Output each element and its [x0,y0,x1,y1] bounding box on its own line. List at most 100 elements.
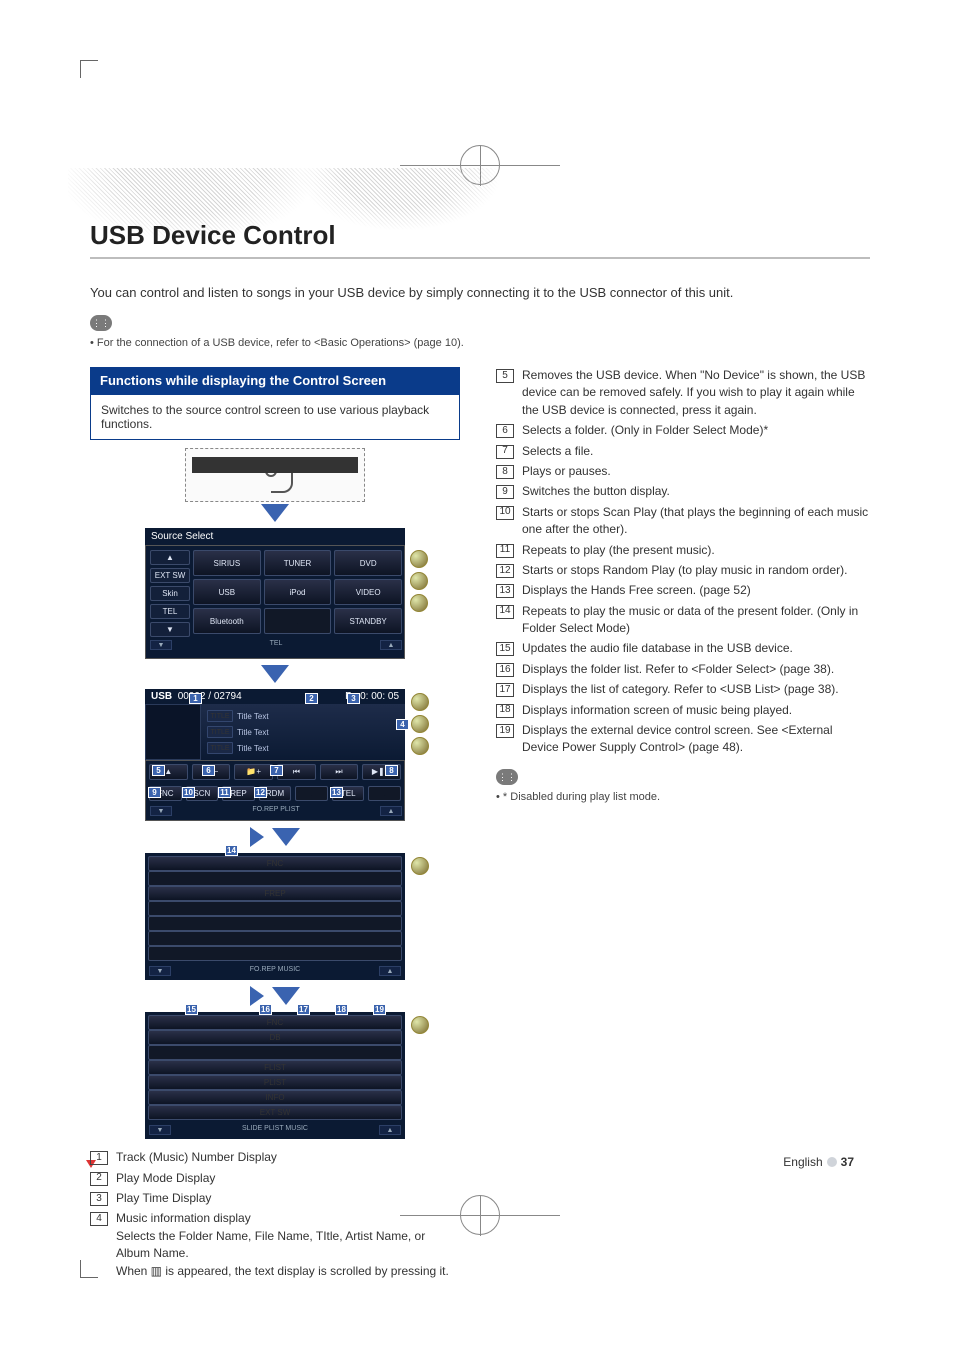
legend-item-11: 11 Repeats to play (the present music). [496,542,870,559]
page-content: USB Device Control You can control and l… [90,160,870,1283]
legend-item-12: 12Starts or stops Random Play (to play m… [496,562,870,579]
play-pause-button[interactable]: ▶❚❚ [362,764,401,780]
function-switch-button[interactable]: FNC [148,856,402,871]
legend-number-box: 16 [496,663,514,677]
folder-prev-button[interactable]: 📁− [192,764,231,780]
folder-next-button[interactable]: 📁+ [234,764,273,780]
usb-control-screenshot: USB 00002 / 02794 P 0: 00: 05 1 2 3 TITL… [145,689,405,821]
source-bluetooth-button[interactable]: Bluetooth [193,608,261,634]
legend-item-9: 9Switches the button display. [496,483,870,500]
source-sirius-button[interactable]: SIRIUS [193,550,261,576]
legend-item-13: 13Displays the Hands Free screen. (page … [496,582,870,599]
legend-text: Starts or stops Scan Play (that plays th… [522,504,870,539]
frep-row-screenshot: FNC . FREP . . . . 14 ▼FO.REP MUSIC▲ [145,853,405,980]
legend-text: Repeats to play the music or data of the… [522,603,870,638]
connection-note: • For the connection of a USB device, re… [90,337,870,349]
source-standby-button[interactable]: STANDBY [334,608,402,634]
playlist-button[interactable]: PLIST [148,1075,402,1090]
flow-arrow-down-icon [261,504,289,522]
flow-arrows [250,827,300,847]
right-legend-list: 5Removes the USB device. When "No Device… [496,367,870,757]
legend-text: Music information displaySelects the Fol… [116,1210,460,1280]
page-right-button[interactable]: ▲ [379,966,401,976]
legend-item-17: 17Displays the list of category. Refer t… [496,681,870,698]
note-icon: ⋮⋮ [90,315,112,331]
track-next-button[interactable]: ⏭ [320,764,359,780]
page-left-button[interactable]: ▼ [150,806,172,816]
page-left-button[interactable]: ▼ [149,1125,171,1135]
source-tuner-button[interactable]: TUNER [264,550,332,576]
legend-item-14: 14 Repeats to play the music or data of t… [496,603,870,638]
legend-item-16: 16Displays the folder list. Refer to <Fo… [496,661,870,678]
remove-device-button[interactable]: ▲ [149,764,188,780]
title-scroll-button[interactable]: TITLE [207,742,233,754]
source-dvd-button[interactable]: DVD [334,550,402,576]
legend-text: Displays the external device control scr… [522,722,870,757]
title-scroll-button[interactable]: TITLE [207,726,233,738]
legend-number-box: 10 [496,506,514,520]
function-switch-button[interactable]: FNC [149,786,182,801]
legend-item-19: 19 Displays the external device control s… [496,722,870,757]
legend-text: Play Mode Display [116,1170,460,1187]
tel-button[interactable]: TEL [332,786,365,801]
legend-number-box: 18 [496,704,514,718]
page-footer: English37 [783,1155,854,1169]
legend-number-box: 15 [496,642,514,656]
scan-button[interactable]: SCN [186,786,219,801]
legend-text: Displays the list of category. Refer to … [522,681,870,698]
legend-number-box: 1 [90,1151,108,1165]
legend-number-box: 14 [496,605,514,619]
folder-repeat-button[interactable]: FREP [148,886,402,901]
legend-text: Plays or pauses. [522,463,870,480]
functions-heading: Functions while displaying the Control S… [90,367,460,395]
menu-up-button[interactable]: ▲ [150,550,190,565]
source-usb-button[interactable]: USB [193,579,261,605]
legend-number-box: 11 [496,544,514,558]
legend-text: Track (Music) Number Display [116,1149,460,1166]
page-right-button[interactable]: ▲ [380,806,402,816]
info-button[interactable]: INFO [148,1090,402,1105]
legend-text: Selects a file. [522,443,870,460]
legend-item-5: 5Removes the USB device. When "No Device… [496,367,870,419]
legend-number-box: 19 [496,724,514,738]
page-right-button[interactable]: ▲ [380,640,402,650]
legend-text: Displays the Hands Free screen. (page 52… [522,582,870,599]
random-button[interactable]: RDM [259,786,292,801]
legend-item-6: 6Selects a folder. (Only in Folder Selec… [496,422,870,439]
legend-item-3: 3Play Time Display [90,1190,460,1207]
tel-small-button[interactable]: TEL [150,604,190,619]
legend-text: Starts or stops Random Play (to play mus… [522,562,870,579]
page-left-button[interactable]: ▼ [150,640,172,650]
source-empty-button: . [264,608,332,634]
skin-small-button[interactable]: Skin [150,586,190,601]
extsw-button[interactable]: EXT SW [148,1105,402,1120]
arrow-down-icon [272,987,300,1005]
source-video-button[interactable]: VIDEO [334,579,402,605]
album-art-thumb [145,704,201,760]
legend-item-7: 7Selects a file. [496,443,870,460]
database-button[interactable]: DB [148,1030,402,1045]
legend-item-10: 10 Starts or stops Scan Play (that plays … [496,504,870,539]
legend-number-box: 9 [496,485,514,499]
source-ipod-button[interactable]: iPod [264,579,332,605]
legend-item-8: 8 Plays or pauses. [496,463,870,480]
intro-text: You can control and listen to songs in y… [90,283,870,303]
legend-number-box: 8 [496,465,514,479]
extsw-small-button[interactable]: EXT SW [150,568,190,583]
repeat-button[interactable]: REP [222,786,255,801]
device-bezel-diagram [185,448,365,502]
folder-list-button[interactable]: FLIST [148,1060,402,1075]
menu-down-button[interactable]: ▼ [150,622,190,637]
page-title: USB Device Control [90,220,870,259]
legend-text: Repeats to play (the present music). [522,542,870,559]
page-right-button[interactable]: ▲ [379,1125,401,1135]
function-switch-button[interactable]: FNC [148,1015,402,1030]
legend-item-2: 2Play Mode Display [90,1170,460,1187]
track-prev-button[interactable]: ⏮ [277,764,316,780]
title-scroll-button[interactable]: TITLE [207,710,233,722]
page-left-button[interactable]: ▼ [149,966,171,976]
legend-item-1: 1 Track (Music) Number Display [90,1149,460,1166]
slide-row-screenshot: FNC DB . FLIST PLIST INFO EXT SW 15 16 1… [145,1012,405,1139]
arrow-right-icon [250,986,264,1006]
legend-number-box: 3 [90,1192,108,1206]
